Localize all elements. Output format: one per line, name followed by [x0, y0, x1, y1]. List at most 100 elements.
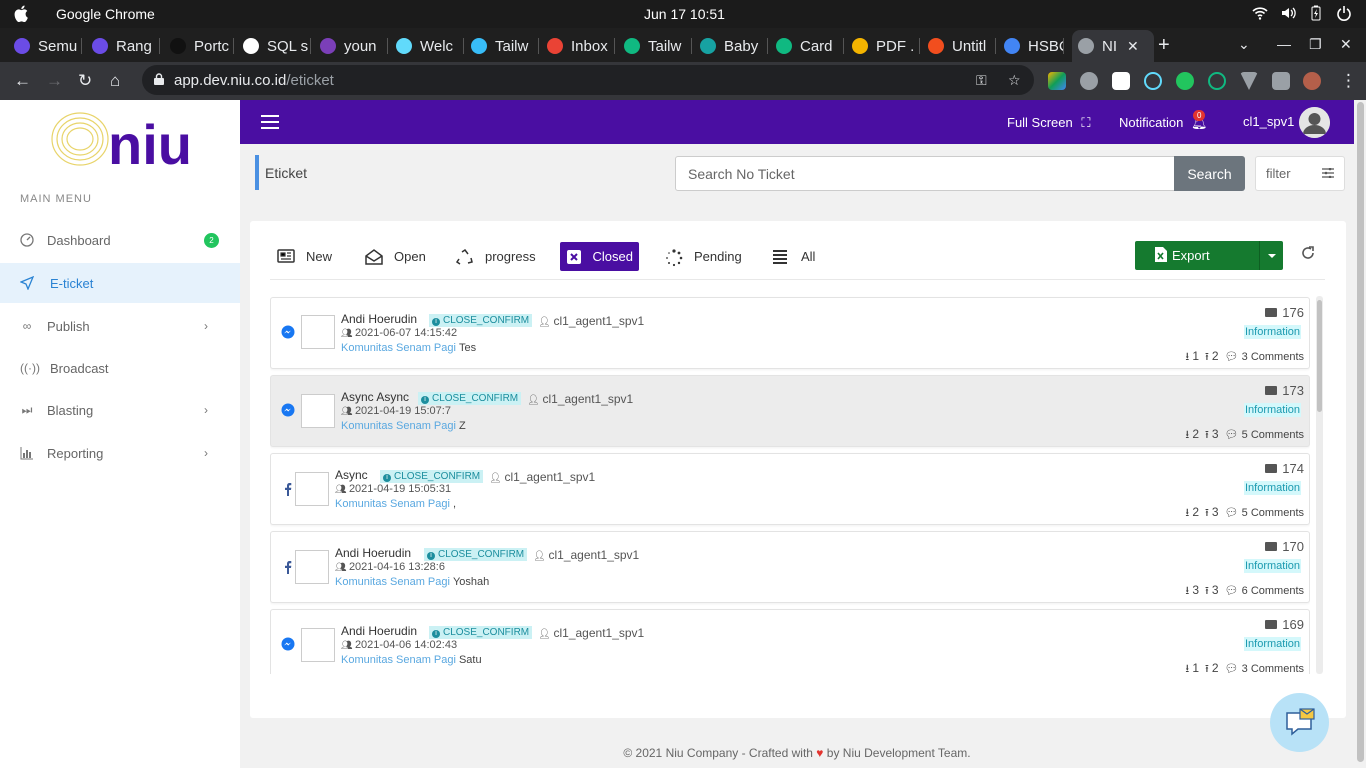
comments-count[interactable]: 6 Comments: [1242, 585, 1304, 597]
tab-all[interactable]: All: [766, 242, 821, 271]
browser-tab[interactable]: Portc: [170, 32, 234, 60]
community-name[interactable]: Komunitas Senam Pagi: [341, 420, 456, 432]
close-tab-icon[interactable]: ✕: [1127, 38, 1139, 55]
comments-count[interactable]: 5 Comments: [1242, 507, 1304, 519]
sidebar-item-blasting[interactable]: ⏭ Blasting ›: [0, 390, 240, 430]
notes-extension-icon[interactable]: [1112, 72, 1130, 90]
close-window-icon[interactable]: ✕: [1340, 36, 1352, 53]
home-icon[interactable]: ⌂: [110, 71, 120, 91]
sidebar-item-broadcast[interactable]: ((·)) Broadcast: [0, 348, 240, 388]
browser-tab[interactable]: NI ✕: [1072, 30, 1154, 62]
export-button[interactable]: Export: [1135, 241, 1283, 270]
active-app-name[interactable]: Google Chrome: [56, 6, 155, 22]
customer-name[interactable]: Andi Hoerudin: [341, 624, 417, 638]
filter-button[interactable]: filter: [1255, 156, 1345, 191]
battery-icon[interactable]: [1308, 5, 1324, 21]
avatar[interactable]: [1299, 107, 1330, 138]
browser-tab[interactable]: Welc: [396, 32, 464, 60]
tab-closed[interactable]: Closed: [560, 242, 639, 271]
comments-count[interactable]: 5 Comments: [1242, 429, 1304, 441]
key-icon[interactable]: ⚿: [976, 72, 987, 89]
volume-icon[interactable]: [1280, 5, 1296, 21]
search-input[interactable]: [675, 156, 1175, 191]
apple-icon[interactable]: [14, 5, 28, 22]
tab-progress[interactable]: progress: [450, 242, 542, 271]
spinner-icon: [665, 248, 683, 266]
chat-support-button[interactable]: [1270, 693, 1329, 752]
niu-logo: niu: [51, 112, 192, 168]
sidebar-item-publish[interactable]: ∞ Publish ›: [0, 306, 240, 346]
comments-count[interactable]: 3 Comments: [1242, 351, 1304, 363]
profile-avatar-icon[interactable]: [1303, 72, 1321, 90]
sidebar-item-eticket[interactable]: E-ticket: [0, 263, 240, 303]
power-icon[interactable]: [1336, 5, 1352, 21]
new-tab-button[interactable]: +: [1158, 34, 1170, 57]
address-bar[interactable]: app.dev.niu.co.id/eticket ⚿ ☆: [142, 65, 1034, 95]
sidebar-item-dashboard[interactable]: Dashboard 2: [0, 220, 240, 260]
page-title-accent: [255, 155, 259, 190]
browser-tab[interactable]: SQL s: [243, 32, 311, 60]
browser-tab[interactable]: youn: [320, 32, 388, 60]
refresh-icon[interactable]: [1300, 245, 1316, 261]
minimize-icon[interactable]: —: [1277, 36, 1291, 52]
community-name[interactable]: Komunitas Senam Pagi: [341, 654, 456, 666]
community-name[interactable]: Komunitas Senam Pagi: [335, 576, 450, 588]
tab-pending[interactable]: Pending: [659, 242, 748, 271]
sidebar-item-reporting[interactable]: Reporting ›: [0, 433, 240, 473]
hamburger-menu-icon[interactable]: [261, 115, 279, 129]
browser-tab[interactable]: Rang: [92, 32, 160, 60]
customer-name[interactable]: Async Async: [341, 390, 409, 404]
search-button[interactable]: Search: [1174, 156, 1245, 191]
settings-extension-icon[interactable]: [1080, 72, 1098, 90]
list-scrollbar-thumb[interactable]: [1317, 300, 1322, 412]
browser-tab[interactable]: PDF .: [852, 32, 920, 60]
ticket-row[interactable]: Async Async CLOSE_CONFIRM 👤︎ cl1_agent1_sp…: [270, 375, 1310, 447]
ticket-stats: ⭳ 1 ⭱ 2 💬︎ 3 Comments: [1185, 660, 1304, 674]
system-clock[interactable]: Jun 17 10:51: [644, 6, 725, 22]
tab-title: Portc: [194, 37, 230, 55]
comments-count[interactable]: 3 Comments: [1242, 663, 1304, 674]
customer-name[interactable]: Async: [335, 468, 368, 482]
export-dropdown-toggle[interactable]: [1259, 241, 1283, 270]
tab-open[interactable]: Open: [359, 242, 432, 271]
wifi-icon[interactable]: [1252, 5, 1268, 21]
browser-tab[interactable]: Tailw: [471, 32, 539, 60]
react-extension-icon[interactable]: [1144, 72, 1162, 90]
customer-name[interactable]: Andi Hoerudin: [341, 312, 417, 326]
back-icon[interactable]: ←: [14, 71, 31, 91]
ticket-id-label: 169: [1282, 617, 1304, 632]
reload-icon[interactable]: ↻: [78, 71, 92, 91]
forward-icon[interactable]: →: [46, 71, 63, 91]
vue-extension-icon[interactable]: [1240, 72, 1258, 90]
browser-tab[interactable]: Untitl: [928, 32, 996, 60]
tab-new[interactable]: New: [271, 242, 338, 271]
community-name[interactable]: Komunitas Senam Pagi: [341, 342, 456, 354]
browser-tab[interactable]: Tailw: [624, 32, 692, 60]
status-extension-icon[interactable]: [1176, 72, 1194, 90]
ticket-row[interactable]: Andi Hoerudin CLOSE_CONFIRM 👤︎ cl1_agent1_…: [270, 531, 1310, 603]
ticket-row[interactable]: Andi Hoerudin CLOSE_CONFIRM 👤︎ cl1_agent1_…: [270, 297, 1310, 369]
full-screen-button[interactable]: Full Screen ⛶: [1007, 115, 1090, 131]
tab-search-icon[interactable]: ⌄: [1238, 36, 1250, 53]
chevron-right-icon: ›: [204, 319, 208, 333]
url-text[interactable]: app.dev.niu.co.id/eticket: [174, 72, 334, 89]
browser-tab[interactable]: HSBC: [1004, 32, 1064, 60]
username[interactable]: cl1_spv1: [1243, 114, 1294, 129]
kebab-menu-icon[interactable]: ⋮: [1340, 71, 1357, 91]
target-extension-icon[interactable]: [1208, 72, 1226, 90]
page-scrollbar[interactable]: [1355, 100, 1366, 768]
community-name[interactable]: Komunitas Senam Pagi: [335, 498, 450, 510]
page-scrollbar-thumb[interactable]: [1357, 102, 1364, 762]
drive-extension-icon[interactable]: [1048, 72, 1066, 90]
browser-tab[interactable]: Inbox: [547, 32, 615, 60]
notification-button[interactable]: Notification 🔔︎ 0: [1119, 110, 1207, 131]
customer-name[interactable]: Andi Hoerudin: [335, 546, 411, 560]
ticket-row[interactable]: Async CLOSE_CONFIRM 👤︎ cl1_agent1_spv1 👥︎ 2…: [270, 453, 1310, 525]
browser-tab[interactable]: Semu: [14, 32, 82, 60]
browser-tab[interactable]: Card: [776, 32, 844, 60]
ticket-row[interactable]: Andi Hoerudin CLOSE_CONFIRM 👤︎ cl1_agent1_…: [270, 609, 1310, 674]
puzzle-extension-icon[interactable]: [1272, 72, 1290, 90]
browser-tab[interactable]: Baby: [700, 32, 768, 60]
bookmark-star-icon[interactable]: ☆: [1008, 72, 1021, 89]
maximize-icon[interactable]: ❐: [1309, 36, 1322, 53]
